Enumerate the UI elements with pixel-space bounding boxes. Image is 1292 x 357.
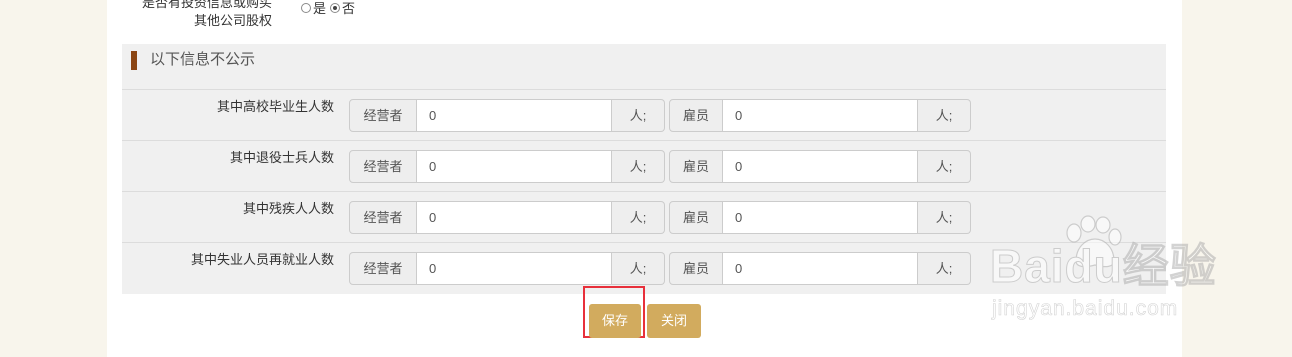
graduates-operator-input[interactable]: 0 <box>416 99 612 132</box>
operator-unit: 人; <box>612 252 665 285</box>
employee-unit: 人; <box>918 150 971 183</box>
close-button[interactable]: 关闭 <box>647 304 701 338</box>
row-label: 其中退役士兵人数 <box>229 150 334 165</box>
investment-radio-group: 是 否 <box>301 0 359 17</box>
disabled-employee-input[interactable]: 0 <box>722 201 918 234</box>
employee-addon: 雇员 <box>669 150 723 183</box>
employee-addon: 雇员 <box>669 99 723 132</box>
operator-addon: 经营者 <box>349 99 417 132</box>
disabled-operator-input[interactable]: 0 <box>416 201 612 234</box>
graduates-row: 其中高校毕业生人数 经营者 0 人; 雇员 0 人; <box>122 90 1166 141</box>
watermark-sub-text: jingyan.baidu.com <box>992 297 1179 321</box>
row-label: 其中高校毕业生人数 <box>216 99 334 114</box>
employee-unit: 人; <box>918 99 971 132</box>
section-marker <box>131 51 137 70</box>
operator-addon: 经营者 <box>349 252 417 285</box>
graduates-employee-input[interactable]: 0 <box>722 99 918 132</box>
row-label: 其中残疾人人数 <box>242 201 334 216</box>
operator-addon: 经营者 <box>349 150 417 183</box>
investment-question-line1: 是否有投资信息或购买 <box>141 0 272 10</box>
radio-no-label[interactable]: 否 <box>342 0 355 17</box>
operator-unit: 人; <box>612 99 665 132</box>
reemployed-operator-input[interactable]: 0 <box>416 252 612 285</box>
baidu-jingyan-watermark: Baidu经验 jingyan.baidu.com <box>990 215 1250 335</box>
radio-yes[interactable] <box>301 2 311 13</box>
operator-addon: 经营者 <box>349 201 417 234</box>
investment-question-line2: 其他公司股权 <box>193 13 272 28</box>
veterans-operator-input[interactable]: 0 <box>416 150 612 183</box>
section-title: 以下信息不公示 <box>150 51 256 68</box>
operator-unit: 人; <box>612 150 665 183</box>
watermark-main-text: Baidu经验 <box>990 240 1217 292</box>
save-button[interactable]: 保存 <box>589 304 641 338</box>
investment-question-label: 是否有投资信息或购买 其他公司股权 <box>107 0 272 30</box>
employee-unit: 人; <box>918 252 971 285</box>
employee-unit: 人; <box>918 201 971 234</box>
operator-unit: 人; <box>612 201 665 234</box>
row-label: 其中失业人员再就业人数 <box>190 252 334 267</box>
radio-no[interactable] <box>330 2 341 13</box>
reemployed-employee-input[interactable]: 0 <box>722 252 918 285</box>
section-header: 以下信息不公示 <box>122 44 1166 90</box>
radio-yes-label[interactable]: 是 <box>313 0 326 17</box>
veterans-row: 其中退役士兵人数 经营者 0 人; 雇员 0 人; <box>122 141 1166 192</box>
veterans-employee-input[interactable]: 0 <box>722 150 918 183</box>
employee-addon: 雇员 <box>669 201 723 234</box>
employee-addon: 雇员 <box>669 252 723 285</box>
